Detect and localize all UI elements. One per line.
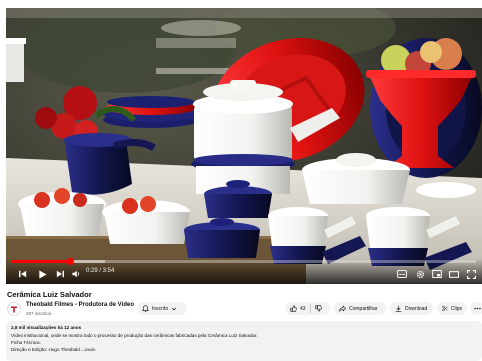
subscriber-count: 287 inscritos: [26, 311, 52, 316]
theater-mode-icon[interactable]: [448, 267, 460, 281]
show-more-link[interactable]: ...mais: [81, 347, 95, 352]
play-icon[interactable]: [36, 267, 48, 281]
settings-gear-icon[interactable]: [414, 267, 426, 281]
clips-button[interactable]: Clips: [437, 302, 467, 315]
volume-icon[interactable]: [71, 267, 81, 281]
download-icon: [395, 305, 402, 312]
skip-next-icon[interactable]: [55, 267, 65, 281]
clips-label: Clips: [450, 305, 462, 312]
like-dislike-group: 43: [285, 302, 330, 315]
progress-bar[interactable]: [12, 258, 476, 265]
more-actions-button[interactable]: [470, 302, 482, 315]
share-button[interactable]: Compartilhar: [334, 302, 386, 315]
like-count[interactable]: 43: [300, 306, 306, 312]
like-divider: [309, 304, 311, 313]
skip-previous-icon[interactable]: [18, 267, 28, 281]
chevron-down-icon: [172, 307, 177, 310]
more-icon: [473, 307, 481, 310]
video-frame: [6, 8, 482, 284]
fullscreen-icon[interactable]: [465, 267, 477, 281]
download-button[interactable]: Download: [390, 302, 433, 315]
description-box[interactable]: 2,8 mil visualizações há 12 anos Vídeo i…: [6, 321, 482, 361]
time-display: 0:29 / 3:54: [86, 268, 115, 274]
description-line-3-text: Direção e Edição: Hugo Theobald: [11, 347, 80, 352]
subscribe-label: Inscrito: [152, 305, 169, 312]
channel-avatar[interactable]: [7, 302, 21, 316]
share-icon: [339, 305, 346, 312]
bell-icon: [142, 305, 149, 312]
description-line-2: Ficha Técnica:: [11, 340, 41, 345]
thumbs-down-icon[interactable]: [314, 305, 322, 312]
video-title: Cerâmica Luiz Salvador: [7, 290, 92, 299]
description-line-1: Vídeo institucional, onde se mostra todo…: [11, 333, 258, 338]
scissors-icon: [442, 305, 448, 312]
download-label: Download: [405, 305, 428, 312]
share-label: Compartilhar: [349, 305, 378, 312]
miniplayer-icon[interactable]: [431, 267, 443, 281]
video-player[interactable]: 0:29 / 3:54: [6, 8, 482, 284]
thumbs-up-icon[interactable]: [290, 305, 297, 312]
progress-scrubber[interactable]: [66, 258, 74, 265]
description-line-3: Direção e Edição: Hugo Theobald ...mais: [11, 347, 95, 352]
subtitles-icon[interactable]: [396, 267, 408, 281]
subscribed-button[interactable]: Inscrito: [137, 302, 187, 315]
views-and-date: 2,8 mil visualizações há 12 anos: [11, 325, 82, 330]
top-strip: [0, 0, 482, 8]
channel-name[interactable]: Theobald Filmes - Produtora de Vídeo: [26, 302, 134, 308]
player-controls: 0:29 / 3:54: [6, 258, 482, 284]
progress-played: [12, 260, 70, 263]
